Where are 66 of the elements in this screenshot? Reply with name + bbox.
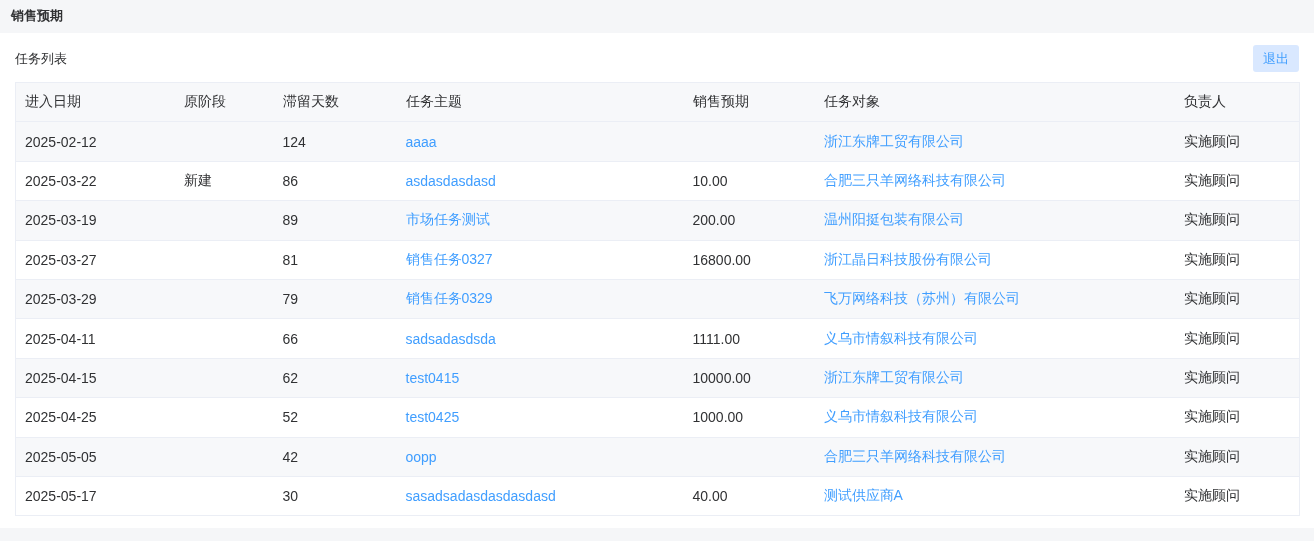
table-cell: 86 <box>282 172 299 189</box>
table-cell: 124 <box>282 133 306 150</box>
exit-button[interactable]: 退出 <box>1253 45 1299 72</box>
table-cell: 实施顾问 <box>1183 447 1240 464</box>
table-cell: 66 <box>282 330 299 347</box>
table-link[interactable]: 浙江晶日科技股份有限公司 <box>823 250 992 267</box>
table-link[interactable]: aaaa <box>405 133 437 150</box>
table-link[interactable]: 合肥三只羊网络科技有限公司 <box>823 171 1006 188</box>
table-link[interactable]: 温州阳挺包装有限公司 <box>823 211 964 228</box>
column-header: 原阶段 <box>174 82 274 122</box>
column-header: 负责人 <box>1174 82 1300 122</box>
table-link[interactable]: 义乌市情叙科技有限公司 <box>823 329 978 346</box>
table-cell: 实施顾问 <box>1183 487 1240 504</box>
table-cell: 实施顾问 <box>1183 329 1240 346</box>
table-cell: 1000.00 <box>692 409 744 426</box>
table-cell: 2025-04-11 <box>25 330 96 347</box>
table-cell: 2025-02-12 <box>25 133 97 150</box>
table-cell: 实施顾问 <box>1183 171 1240 188</box>
table-cell: 10000.00 <box>692 369 751 386</box>
table-link[interactable]: sasadsadasdasdasdasd <box>405 488 556 505</box>
table-link[interactable]: asdasdasdasd <box>405 172 496 189</box>
table-cell: 40.00 <box>692 488 728 505</box>
table-link[interactable]: 销售任务0327 <box>405 250 493 267</box>
page-title: 销售预期 <box>11 7 63 25</box>
table-cell: 实施顾问 <box>1183 211 1240 228</box>
table-cell: 2025-04-25 <box>25 409 97 426</box>
table-link[interactable]: 市场任务测试 <box>405 211 490 228</box>
table-link[interactable]: oopp <box>405 448 437 465</box>
table-cell: 79 <box>282 291 299 308</box>
table-cell: 30 <box>282 488 299 505</box>
table-cell: 新建 <box>183 171 212 188</box>
table-cell: 实施顾问 <box>1183 250 1240 267</box>
table-cell: 62 <box>282 369 299 386</box>
table-cell: 16800.00 <box>692 251 751 268</box>
table-cell: 2025-03-27 <box>25 251 97 268</box>
table-cell: 2025-03-22 <box>25 172 97 189</box>
column-header: 任务主题 <box>396 82 684 122</box>
column-header: 进入日期 <box>15 82 175 122</box>
table-cell: 2025-05-17 <box>25 488 97 505</box>
table-cell: 89 <box>282 212 299 229</box>
table-cell: 1111.00 <box>692 330 740 347</box>
column-header: 销售预期 <box>683 82 815 122</box>
table-link[interactable]: test0415 <box>405 369 460 386</box>
table-cell: 52 <box>282 409 299 426</box>
table-cell: 42 <box>282 448 299 465</box>
table-link[interactable]: 测试供应商A <box>823 487 903 504</box>
table-link[interactable]: 浙江东牌工贸有限公司 <box>823 368 964 385</box>
table-link[interactable]: sadsadasdsda <box>405 330 496 347</box>
table-cell: 实施顾问 <box>1183 132 1240 149</box>
table-link[interactable]: 销售任务0329 <box>405 290 493 307</box>
table-cell: 10.00 <box>692 172 728 189</box>
table-cell: 2025-05-05 <box>25 448 97 465</box>
table-cell: 实施顾问 <box>1183 290 1240 307</box>
table-cell: 实施顾问 <box>1183 368 1240 385</box>
table-link[interactable]: test0425 <box>405 409 460 426</box>
table-cell: 实施顾问 <box>1183 408 1240 425</box>
table-cell: 2025-04-15 <box>25 369 97 386</box>
table-link[interactable]: 义乌市情叙科技有限公司 <box>823 408 978 425</box>
table-cell: 81 <box>282 251 299 268</box>
column-header: 滞留天数 <box>273 82 397 122</box>
table-cell: 2025-03-19 <box>25 212 97 229</box>
list-title: 任务列表 <box>15 49 67 68</box>
column-header: 任务对象 <box>814 82 1175 122</box>
table-cell: 2025-03-29 <box>25 291 97 308</box>
table-link[interactable]: 浙江东牌工贸有限公司 <box>823 132 964 149</box>
table-cell: 200.00 <box>692 212 736 229</box>
